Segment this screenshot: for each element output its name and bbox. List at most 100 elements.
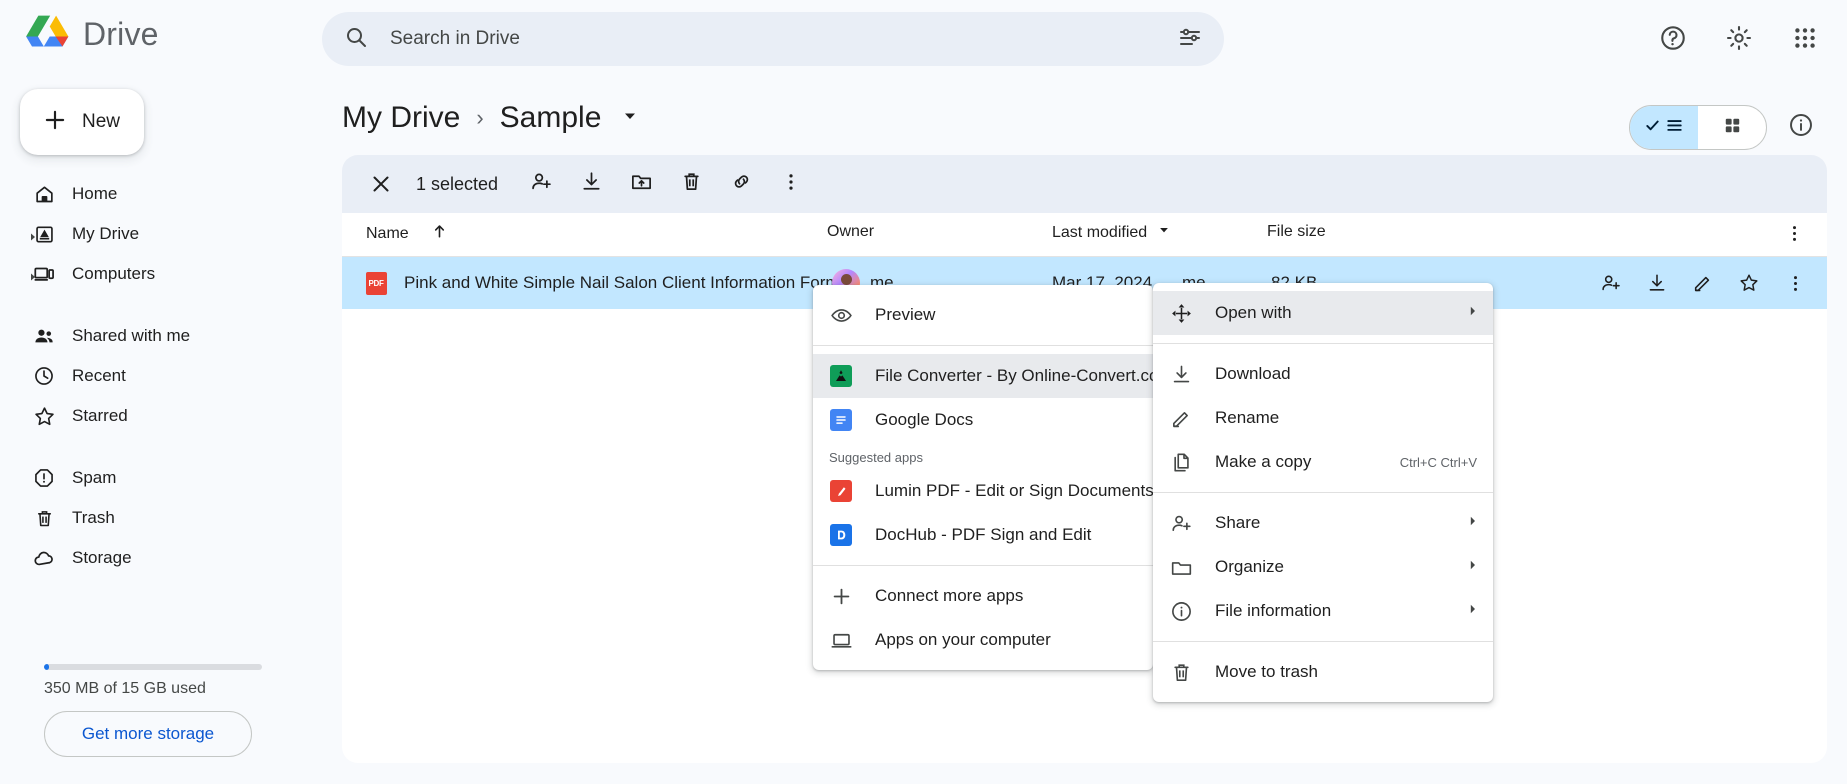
chevron-right-icon[interactable] (28, 229, 38, 241)
column-header-file-size[interactable]: File size (1267, 223, 1326, 241)
brand[interactable]: Drive (25, 12, 159, 57)
breadcrumb-root[interactable]: My Drive (342, 101, 460, 135)
move-to-trash-button[interactable] (670, 163, 712, 205)
dochub-glyph (830, 524, 852, 546)
view-details-button[interactable] (1778, 105, 1823, 150)
folder-icon (1169, 555, 1193, 579)
google-apps-grid-icon[interactable] (1785, 18, 1825, 58)
row-download-button[interactable] (1641, 267, 1673, 299)
list-view-button[interactable] (1630, 106, 1698, 149)
menu-item-dochub[interactable]: DocHub - PDF Sign and Edit (813, 513, 1153, 557)
menu-item-google-docs[interactable]: Google Docs (813, 398, 1153, 442)
menu-item-preview[interactable]: Preview (813, 293, 1153, 337)
top-bar-actions (1653, 18, 1825, 58)
more-vertical-icon (780, 171, 802, 198)
move-to-folder-button[interactable] (620, 163, 662, 205)
download-button[interactable] (570, 163, 612, 205)
column-options-button[interactable] (1784, 223, 1805, 249)
sidebar-item-computers[interactable]: Computers (0, 254, 322, 294)
row-actions (1595, 267, 1811, 299)
google-docs-app-icon (829, 408, 853, 432)
menu-item-open-with[interactable]: Open with (1153, 291, 1493, 335)
chevron-down-icon (1157, 223, 1171, 242)
share-button[interactable] (520, 163, 562, 205)
info-circle-icon (1788, 112, 1814, 143)
google-drive-window: Drive Search in Drive New Home My Drive … (0, 0, 1847, 784)
menu-item-label: File Converter - By Online-Convert.com (875, 366, 1173, 385)
sidebar-item-spam[interactable]: Spam (0, 458, 322, 498)
suggested-apps-header: Suggested apps (829, 450, 923, 465)
menu-separator (1153, 492, 1493, 493)
menu-item-rename[interactable]: Rename (1153, 396, 1493, 440)
google-docs-glyph (830, 409, 852, 431)
avatar-head (841, 274, 852, 285)
sidebar-item-recent[interactable]: Recent (0, 356, 322, 396)
row-rename-button[interactable] (1687, 267, 1719, 299)
menu-item-label: Apps on your computer (875, 630, 1051, 649)
sidebar-item-label: Home (72, 184, 118, 203)
menu-item-connect-more-apps[interactable]: Connect more apps (813, 574, 1153, 618)
menu-item-file-converter[interactable]: File Converter - By Online-Convert.com (813, 354, 1173, 398)
submenu-arrow-icon (1467, 558, 1479, 576)
sidebar-item-label: Starred (72, 406, 128, 425)
new-button[interactable]: New (20, 89, 144, 155)
get-link-button[interactable] (720, 163, 762, 205)
sidebar-item-label: Shared with me (72, 326, 191, 345)
plus-icon (829, 584, 853, 608)
column-header-name[interactable]: Name (366, 223, 448, 245)
gear-icon[interactable] (1719, 18, 1759, 58)
sidebar-item-trash[interactable]: Trash (0, 498, 322, 538)
menu-item-move-to-trash[interactable]: Move to trash (1153, 650, 1493, 694)
menu-item-make-a-copy[interactable]: Make a copy Ctrl+C Ctrl+V (1153, 440, 1493, 484)
menu-item-share[interactable]: Share (1153, 501, 1493, 545)
menu-item-label: Lumin PDF - Edit or Sign Documents (875, 481, 1154, 500)
pdf-badge-label: PDF (365, 271, 387, 295)
menu-item-apps-on-your-computer[interactable]: Apps on your computer (813, 618, 1153, 662)
sidebar-item-label: Trash (72, 508, 115, 527)
clock-icon (32, 364, 56, 388)
menu-item-organize[interactable]: Organize (1153, 545, 1493, 589)
lumin-pdf-glyph (830, 480, 852, 502)
check-icon (1644, 117, 1661, 139)
row-share-button[interactable] (1595, 267, 1627, 299)
menu-separator (813, 565, 1153, 566)
sidebar-item-label: Spam (72, 468, 117, 487)
search-options-icon[interactable] (1178, 25, 1202, 54)
more-actions-button[interactable] (770, 163, 812, 205)
menu-item-lumin-pdf[interactable]: Lumin PDF - Edit or Sign Documents (813, 469, 1154, 513)
row-more-button[interactable] (1779, 267, 1811, 299)
menu-separator (1153, 641, 1493, 642)
sidebar-item-shared-with-me[interactable]: Shared with me (0, 316, 322, 356)
sidebar-item-label: Storage (72, 548, 132, 567)
menu-item-label: Open with (1215, 303, 1292, 322)
google-drive-logo-icon (25, 12, 69, 57)
menu-item-file-information[interactable]: File information (1153, 589, 1493, 633)
help-circle-icon[interactable] (1653, 18, 1693, 58)
get-more-storage-button[interactable]: Get more storage (44, 711, 252, 757)
menu-item-download[interactable]: Download (1153, 352, 1493, 396)
close-icon[interactable] (360, 163, 402, 205)
new-button-label: New (82, 111, 121, 132)
sidebar-item-label: My Drive (72, 224, 140, 243)
sidebar-item-starred[interactable]: Starred (0, 396, 322, 436)
breadcrumb-current[interactable]: Sample (500, 101, 602, 135)
nav-divider-space (0, 436, 322, 458)
column-header-owner[interactable]: Owner (827, 223, 874, 241)
search-bar[interactable] (322, 12, 1224, 66)
column-label: Name (366, 225, 409, 242)
column-header-last-modified[interactable]: Last modified (1052, 223, 1171, 242)
sidebar-item-home[interactable]: Home (0, 174, 322, 214)
row-star-button[interactable] (1733, 267, 1765, 299)
sidebar-item-my-drive[interactable]: My Drive (0, 214, 322, 254)
chevron-down-icon[interactable] (621, 107, 639, 130)
sidebar-item-storage[interactable]: Storage (0, 538, 322, 578)
home-icon (32, 182, 56, 206)
search-input[interactable] (368, 28, 1178, 50)
storage-usage-text: 350 MB of 15 GB used (44, 680, 206, 697)
person-add-icon (1169, 511, 1193, 535)
chevron-right-icon[interactable] (28, 269, 38, 281)
dochub-app-icon (829, 523, 853, 547)
star-icon (32, 404, 56, 428)
brand-title: Drive (83, 16, 159, 52)
grid-view-button[interactable] (1698, 106, 1766, 149)
